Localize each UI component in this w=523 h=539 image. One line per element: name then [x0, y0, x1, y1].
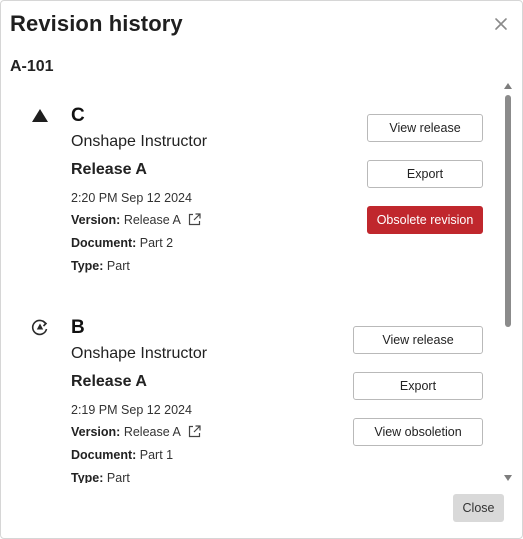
revision-release: Release A — [71, 161, 147, 178]
external-link-icon[interactable] — [188, 213, 201, 226]
revision-timestamp: 2:20 PM Sep 12 2024 — [71, 191, 192, 205]
export-button[interactable]: Export — [353, 372, 483, 400]
scroll-down-arrow-icon[interactable] — [504, 475, 512, 481]
revision-letter: B — [71, 317, 85, 338]
revision-timestamp: 2:19 PM Sep 12 2024 — [71, 403, 192, 417]
close-button[interactable]: Close — [453, 494, 504, 522]
document-label: Document: — [71, 448, 137, 462]
type-value: Part — [106, 259, 130, 273]
type-label: Type: — [71, 471, 104, 483]
part-number: A-101 — [10, 58, 54, 75]
type-value: Part — [106, 471, 130, 483]
obsolete-revision-button[interactable]: Obsolete revision — [367, 206, 483, 234]
revision-list: C Onshape Instructor Release A 2:20 PM S… — [1, 91, 499, 483]
external-link-icon[interactable] — [188, 425, 201, 438]
revision-list-scrollbar[interactable] — [503, 83, 513, 481]
view-release-button[interactable]: View release — [367, 114, 483, 142]
version-label: Version: — [71, 425, 121, 439]
type-label: Type: — [71, 259, 104, 273]
dialog-title: Revision history — [10, 11, 183, 36]
revision-version: Version: Release A — [71, 425, 201, 439]
close-icon[interactable] — [490, 13, 512, 35]
revision-version: Version: Release A — [71, 213, 201, 227]
revision-release: Release A — [71, 373, 147, 390]
triangle-icon — [32, 109, 48, 122]
document-value: Part 2 — [139, 236, 174, 250]
revision-document: Document: Part 1 — [71, 448, 173, 462]
revision-letter: C — [71, 105, 85, 126]
version-value: Release A — [123, 425, 181, 439]
view-release-button[interactable]: View release — [353, 326, 483, 354]
revision-user: Onshape Instructor — [71, 345, 208, 362]
document-label: Document: — [71, 236, 137, 250]
version-value: Release A — [123, 213, 181, 227]
revision-history-dialog: Revision history A-101 C Onshape Instruc… — [0, 0, 523, 539]
revision-user: Onshape Instructor — [71, 133, 208, 150]
scroll-up-arrow-icon[interactable] — [504, 83, 512, 89]
view-obsoletion-button[interactable]: View obsoletion — [353, 418, 483, 446]
document-value: Part 1 — [139, 448, 174, 462]
export-button[interactable]: Export — [367, 160, 483, 188]
revision-document: Document: Part 2 — [71, 236, 173, 250]
obsolete-revision-icon — [31, 319, 48, 336]
revision-type: Type: Part — [71, 471, 130, 483]
revision-type: Type: Part — [71, 259, 130, 273]
scroll-thumb[interactable] — [505, 95, 511, 327]
version-label: Version: — [71, 213, 121, 227]
